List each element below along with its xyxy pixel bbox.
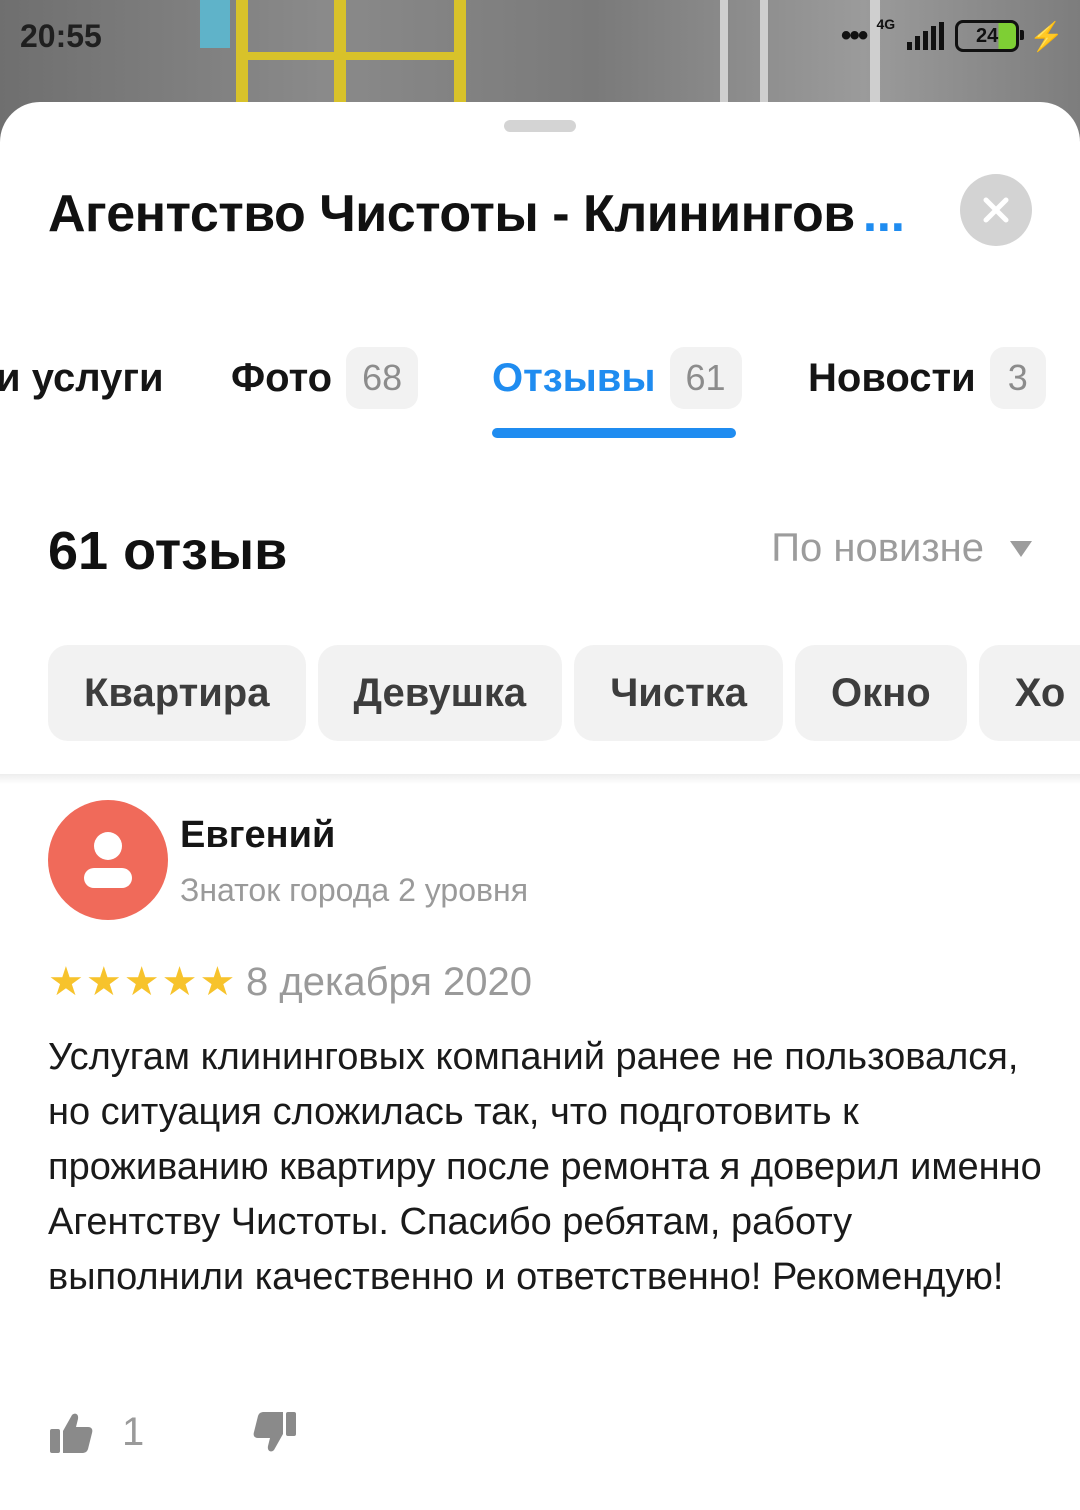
tab-label: Фото bbox=[231, 355, 333, 400]
tab-services[interactable]: и услуги bbox=[0, 346, 164, 410]
tab-label: Отзывы bbox=[492, 355, 656, 400]
reviews-count-heading: 61 отзыв bbox=[48, 521, 288, 581]
sort-dropdown[interactable]: По новизне bbox=[771, 526, 1032, 571]
active-tab-indicator bbox=[492, 428, 736, 438]
organization-title-text: Агентство Чистоты - Клинингов bbox=[48, 185, 855, 243]
network-type: 4G bbox=[876, 16, 896, 32]
tab-count: 3 bbox=[989, 347, 1046, 409]
topic-chips: Квартира Девушка Чистка Окно Хо bbox=[48, 645, 1080, 741]
status-time: 20:55 bbox=[20, 18, 102, 54]
thumbs-down-icon bbox=[253, 1412, 296, 1452]
tab-count: 68 bbox=[346, 347, 419, 409]
like-button[interactable]: 1 bbox=[48, 1410, 144, 1455]
tab-news[interactable]: Новости 3 bbox=[808, 346, 1046, 410]
organization-title[interactable]: Агентство Чистоты - Клинингов... bbox=[48, 184, 905, 244]
review-text: Услугам клининговых компаний ранее не по… bbox=[48, 1036, 1042, 1298]
close-button[interactable] bbox=[960, 174, 1032, 246]
drag-handle[interactable] bbox=[504, 120, 576, 132]
signal-icon bbox=[907, 22, 945, 50]
battery-level: 24 bbox=[976, 24, 999, 47]
close-icon bbox=[983, 197, 1009, 223]
tab-bar: и услуги Фото 68 Отзывы 61 Новости 3 bbox=[0, 346, 1080, 442]
star-icon: ★ bbox=[123, 960, 160, 1004]
star-icon: ★ bbox=[199, 960, 236, 1004]
avatar[interactable] bbox=[48, 800, 168, 920]
tab-photo[interactable]: Фото 68 bbox=[231, 346, 419, 410]
star-icon: ★ bbox=[161, 960, 198, 1004]
thumbs-up-icon bbox=[50, 1413, 93, 1453]
like-count: 1 bbox=[122, 1410, 145, 1454]
bottom-sheet: Агентство Чистоты - Клинингов... и услуг… bbox=[0, 102, 1080, 1510]
status-bar: 20:55 ••• 4G 24 ⚡ bbox=[0, 0, 1080, 72]
more-notifications-icon: ••• bbox=[840, 19, 868, 52]
chip-apartment[interactable]: Квартира bbox=[48, 645, 306, 741]
dislike-button[interactable] bbox=[252, 1410, 298, 1459]
user-icon bbox=[84, 832, 132, 888]
tab-label: Новости bbox=[808, 355, 976, 400]
title-more[interactable]: ... bbox=[863, 185, 905, 243]
chip-window[interactable]: Окно bbox=[794, 645, 967, 741]
tab-count: 61 bbox=[669, 347, 742, 409]
chevron-down-icon bbox=[1010, 540, 1032, 557]
star-icon: ★ bbox=[85, 960, 122, 1004]
status-icons: ••• 4G 24 ⚡ bbox=[841, 14, 1064, 58]
review-date: 8 декабря 2020 bbox=[246, 960, 533, 1004]
battery-icon: 24 bbox=[955, 20, 1025, 52]
chip-cleaning[interactable]: Чистка bbox=[574, 645, 783, 741]
star-icon: ★ bbox=[48, 960, 84, 1004]
author-level: Знаток города 2 уровня bbox=[180, 872, 529, 908]
sort-label: По новизне bbox=[771, 526, 984, 570]
tab-label: и услуги bbox=[0, 355, 164, 400]
divider bbox=[0, 774, 1080, 784]
author-name[interactable]: Евгений bbox=[180, 814, 335, 857]
chip-girl[interactable]: Девушка bbox=[317, 645, 563, 741]
rating-stars: ★ ★ ★ ★ ★ bbox=[48, 962, 235, 1002]
chip-more[interactable]: Хо bbox=[978, 645, 1080, 741]
charging-icon: ⚡ bbox=[1029, 20, 1064, 52]
tab-reviews[interactable]: Отзывы 61 bbox=[492, 346, 742, 410]
